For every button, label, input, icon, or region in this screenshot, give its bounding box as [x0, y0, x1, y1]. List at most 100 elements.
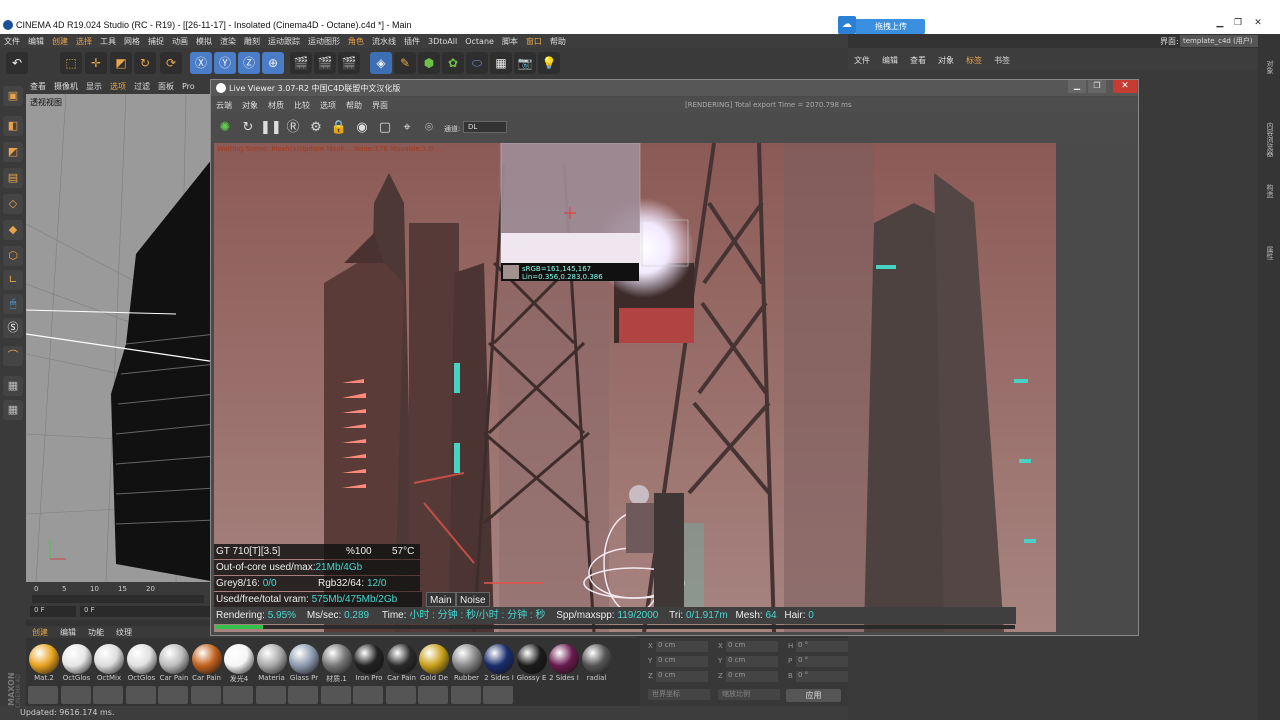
material-swatch[interactable]: [224, 644, 254, 674]
side-tab[interactable]: 对象: [1265, 60, 1275, 74]
live-viewer-menu-item[interactable]: 对象: [242, 100, 258, 111]
viewport-menu-item[interactable]: Pro: [182, 82, 195, 91]
material-swatch[interactable]: [159, 644, 189, 674]
object-manager-menu-item[interactable]: 查看: [910, 55, 926, 66]
material-swatch[interactable]: [484, 644, 514, 674]
material-swatch[interactable]: [549, 644, 579, 674]
material-menu-item[interactable]: 创建: [32, 627, 48, 638]
menu-item[interactable]: 网格: [124, 36, 140, 47]
material-swatch[interactable]: [386, 644, 417, 674]
viewport-menu-item[interactable]: 摄像机: [54, 81, 78, 92]
material-swatch[interactable]: [29, 644, 59, 674]
menu-item[interactable]: 插件: [404, 36, 420, 47]
menu-item[interactable]: 动画: [172, 36, 188, 47]
menu-item[interactable]: 选择: [76, 36, 92, 47]
coord-field[interactable]: 0 cm: [656, 656, 708, 667]
material-swatch[interactable]: [288, 686, 318, 704]
live-viewer-menu-item[interactable]: 材质: [268, 100, 284, 111]
menu-item[interactable]: 3DtoAll: [428, 37, 457, 46]
perspective-viewport[interactable]: [26, 94, 216, 582]
coordinate-system-icon[interactable]: ⊕: [262, 52, 284, 74]
coord-field[interactable]: 0 cm: [656, 671, 708, 682]
floor-icon[interactable]: ▦: [490, 52, 512, 74]
points-mode-icon[interactable]: ◇: [3, 194, 23, 214]
object-manager-menu-item[interactable]: 书签: [994, 55, 1010, 66]
material-swatch[interactable]: [125, 686, 156, 704]
texture-mode-icon[interactable]: ◩: [3, 142, 23, 162]
menu-item[interactable]: 运动跟踪: [268, 36, 300, 47]
edges-mode-icon[interactable]: ◆: [3, 220, 23, 240]
rotate-icon[interactable]: ↻: [134, 52, 156, 74]
material-swatch[interactable]: [419, 644, 449, 674]
side-tab[interactable]: 内容浏览器: [1265, 122, 1275, 157]
menu-item[interactable]: 窗口: [526, 36, 542, 47]
material-swatch[interactable]: [256, 644, 287, 674]
lock-workplane-icon[interactable]: ▦: [3, 376, 23, 396]
menu-item[interactable]: Octane: [465, 37, 494, 46]
material-swatch[interactable]: [60, 686, 91, 704]
live-viewer-menu-item[interactable]: 界面: [372, 100, 388, 111]
live-viewer-menu-item[interactable]: 比较: [294, 100, 310, 111]
material-swatch[interactable]: [516, 644, 547, 674]
material-swatch[interactable]: [223, 686, 253, 704]
tweak-icon[interactable]: 🖱: [3, 294, 23, 314]
pause-icon[interactable]: ❚❚: [260, 118, 282, 138]
menu-item[interactable]: 捕捉: [148, 36, 164, 47]
material-swatch[interactable]: [255, 686, 286, 704]
material-swatch[interactable]: [61, 644, 92, 674]
menu-item[interactable]: 工具: [100, 36, 116, 47]
viewport-menu-item[interactable]: 显示: [86, 81, 102, 92]
object-manager-menu-item[interactable]: 标签: [966, 55, 982, 66]
move-icon[interactable]: ✛: [85, 52, 107, 74]
magnet-icon[interactable]: ⌒: [3, 346, 23, 366]
material-menu-item[interactable]: 功能: [88, 627, 104, 638]
coord-field[interactable]: 0 cm: [726, 656, 778, 667]
lv-maximize-button[interactable]: ❐: [1088, 80, 1106, 93]
polygons-mode-icon[interactable]: ⬡: [3, 246, 23, 266]
snap-icon[interactable]: Ⓢ: [3, 318, 23, 338]
viewport-menu-item[interactable]: 面板: [158, 81, 174, 92]
viewport-solo-icon[interactable]: ▣: [3, 86, 23, 106]
pick-material-icon[interactable]: ⌾: [419, 118, 439, 138]
workplane-grid-icon[interactable]: ▦: [3, 400, 23, 420]
object-manager-menu-item[interactable]: 编辑: [882, 55, 898, 66]
restart-render-icon[interactable]: ↻: [238, 118, 258, 138]
maximize-button[interactable]: ❐: [1230, 18, 1246, 30]
model-mode-icon[interactable]: ◧: [3, 116, 23, 136]
timeline-ruler[interactable]: [32, 595, 204, 603]
y-axis-icon[interactable]: Ⓨ: [214, 52, 236, 74]
select-icon[interactable]: ⬚: [60, 52, 82, 74]
live-viewer-menu-item[interactable]: 帮助: [346, 100, 362, 111]
live-viewer-menu-item[interactable]: 云端: [216, 100, 232, 111]
menu-item[interactable]: 雕刻: [244, 36, 260, 47]
undo-icon[interactable]: ↶: [6, 52, 28, 74]
world-coordinates-select[interactable]: 世界坐标: [648, 689, 710, 700]
lv-minimize-button[interactable]: ▁: [1068, 80, 1086, 93]
side-tab[interactable]: 属性: [1265, 246, 1275, 260]
render-view-icon[interactable]: 🎬: [290, 52, 312, 74]
material-swatch[interactable]: [94, 644, 124, 674]
layout-select[interactable]: template_c4d (用户): [1180, 35, 1265, 47]
render-settings-icon[interactable]: 🎬: [338, 52, 360, 74]
material-swatch[interactable]: [93, 686, 123, 704]
material-swatch[interactable]: [158, 686, 188, 704]
material-menu-item[interactable]: 纹理: [116, 627, 132, 638]
frame-current-field[interactable]: 0 F: [80, 606, 210, 617]
scale-select[interactable]: 缩放比例: [718, 689, 780, 700]
timeline[interactable]: 0 5 10 15 20 0 F 0 F: [26, 582, 216, 620]
pick-focus-icon[interactable]: ⌖: [397, 118, 417, 138]
lock-icon[interactable]: 🔒: [329, 118, 349, 138]
material-swatch[interactable]: [354, 644, 384, 674]
channel-select[interactable]: DL: [463, 121, 507, 133]
material-swatch[interactable]: [191, 644, 222, 674]
menu-item[interactable]: 创建: [52, 36, 68, 47]
lv-close-button[interactable]: ✕: [1113, 80, 1137, 93]
workplane-icon[interactable]: ▤: [3, 168, 23, 188]
coord-field[interactable]: 0 cm: [656, 641, 708, 652]
x-axis-icon[interactable]: Ⓧ: [190, 52, 212, 74]
material-swatch[interactable]: [320, 686, 351, 704]
subdivision-icon[interactable]: ⬢: [418, 52, 440, 74]
cloner-icon[interactable]: ✿: [442, 52, 464, 74]
apply-button[interactable]: 应用: [786, 689, 841, 702]
material-swatch[interactable]: [126, 644, 157, 674]
